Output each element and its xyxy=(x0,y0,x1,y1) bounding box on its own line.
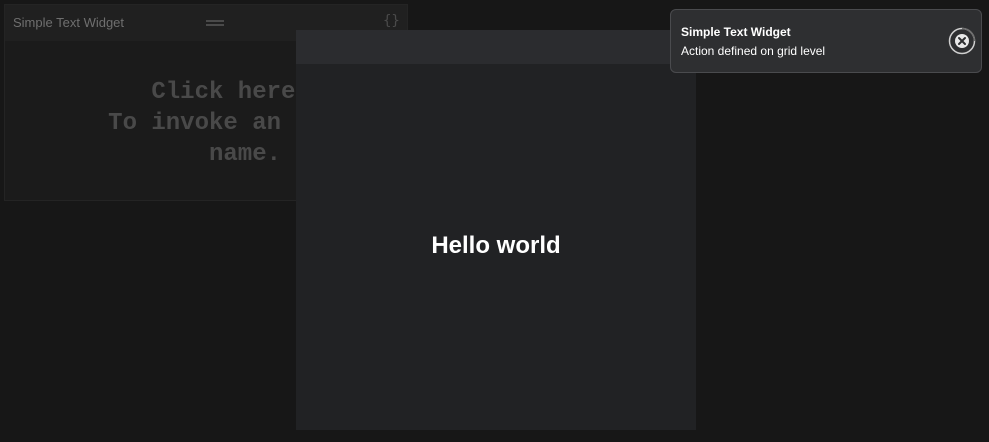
app-stage: Simple Text Widget {} Click here to To i… xyxy=(0,0,989,442)
modal-text: Hello world xyxy=(431,232,561,259)
drag-handle-icon[interactable] xyxy=(206,20,224,26)
code-braces-icon[interactable]: {} xyxy=(383,13,400,29)
modal-header xyxy=(296,30,696,64)
close-circle-icon[interactable] xyxy=(948,27,976,55)
widget-title: Simple Text Widget xyxy=(13,15,125,30)
toast-title: Simple Text Widget xyxy=(681,25,791,39)
toast-message: Action defined on grid level xyxy=(681,44,826,58)
modal-dialog: Hello world xyxy=(296,30,696,430)
notification-toast: Simple Text Widget Action defined on gri… xyxy=(670,9,982,73)
